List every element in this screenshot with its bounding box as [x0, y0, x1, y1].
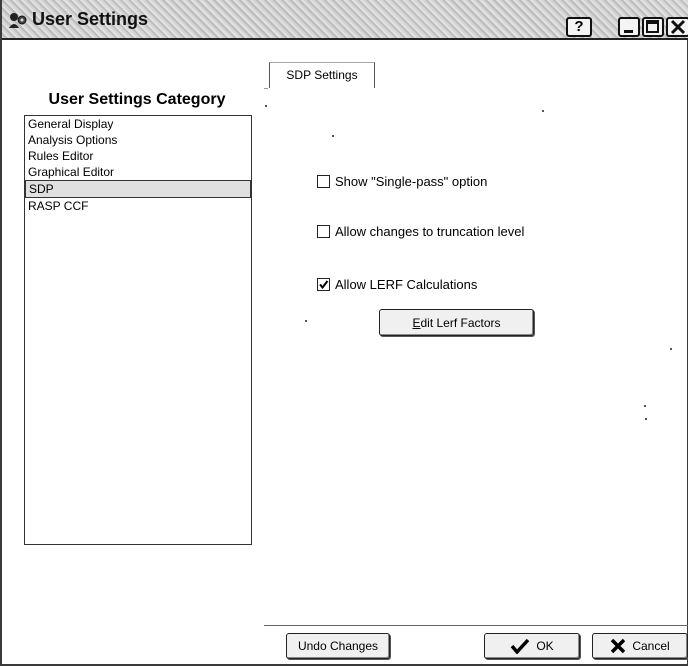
window-title: User Settings [32, 9, 149, 29]
scan-speck [332, 135, 334, 137]
category-list[interactable]: General Display Analysis Options Rules E… [24, 115, 252, 545]
tab-strip-line [264, 88, 268, 89]
ok-label: OK [536, 639, 554, 653]
category-item-rules-editor[interactable]: Rules Editor [25, 148, 251, 164]
scan-speck [265, 105, 267, 107]
show-single-pass-option[interactable]: Show "Single-pass" option [317, 172, 487, 190]
edit-lerf-factors-button[interactable]: Edit Lerf Factors [379, 309, 534, 336]
category-item-rasp-ccf[interactable]: RASP CCF [25, 198, 251, 214]
close-icon [670, 19, 686, 35]
edit-lerf-label: dit Lerf Factors [420, 315, 501, 330]
allow-lerf-option[interactable]: Allow LERF Calculations [317, 275, 477, 293]
bottom-separator [264, 625, 688, 626]
allow-lerf-label: Allow LERF Calculations [335, 276, 478, 292]
minimize-button[interactable] [618, 17, 640, 37]
user-settings-window: User Settings ? User Settings Category G… [0, 0, 688, 666]
cancel-label: Cancel [632, 639, 670, 653]
allow-truncation-option[interactable]: Allow changes to truncation level [317, 222, 524, 240]
checkmark-icon [510, 638, 530, 654]
allow-truncation-checkbox[interactable] [317, 224, 330, 238]
minimize-icon [624, 30, 633, 33]
help-button[interactable]: ? [566, 17, 592, 37]
category-heading: User Settings Category [48, 91, 226, 108]
undo-changes-button[interactable]: Undo Changes [286, 633, 390, 659]
tab-sdp-settings[interactable]: SDP Settings [269, 62, 375, 88]
maximize-button[interactable] [642, 17, 664, 37]
category-item-general-display[interactable]: General Display [25, 116, 251, 132]
x-icon [610, 638, 626, 654]
title-bar[interactable]: User Settings ? [2, 0, 688, 40]
show-single-pass-checkbox[interactable] [317, 174, 330, 188]
user-settings-icon [8, 11, 28, 29]
category-item-analysis-options[interactable]: Analysis Options [25, 132, 251, 148]
allow-lerf-checkbox[interactable] [317, 277, 330, 291]
category-item-graphical-editor[interactable]: Graphical Editor [25, 164, 251, 180]
show-single-pass-label: Show "Single-pass" option [335, 173, 488, 189]
category-item-sdp[interactable]: SDP [25, 180, 251, 198]
scan-speck [542, 110, 544, 112]
allow-truncation-label: Allow changes to truncation level [335, 223, 525, 239]
scan-speck [305, 320, 307, 322]
scan-speck [670, 348, 672, 350]
close-button[interactable] [666, 17, 688, 37]
cancel-button[interactable]: Cancel [592, 633, 688, 659]
edit-lerf-mnemonic: E [412, 315, 421, 330]
checkmark-icon [319, 279, 329, 289]
maximize-icon [646, 20, 659, 33]
scan-speck [645, 418, 647, 420]
scan-speck [644, 405, 646, 407]
ok-button[interactable]: OK [484, 633, 580, 659]
